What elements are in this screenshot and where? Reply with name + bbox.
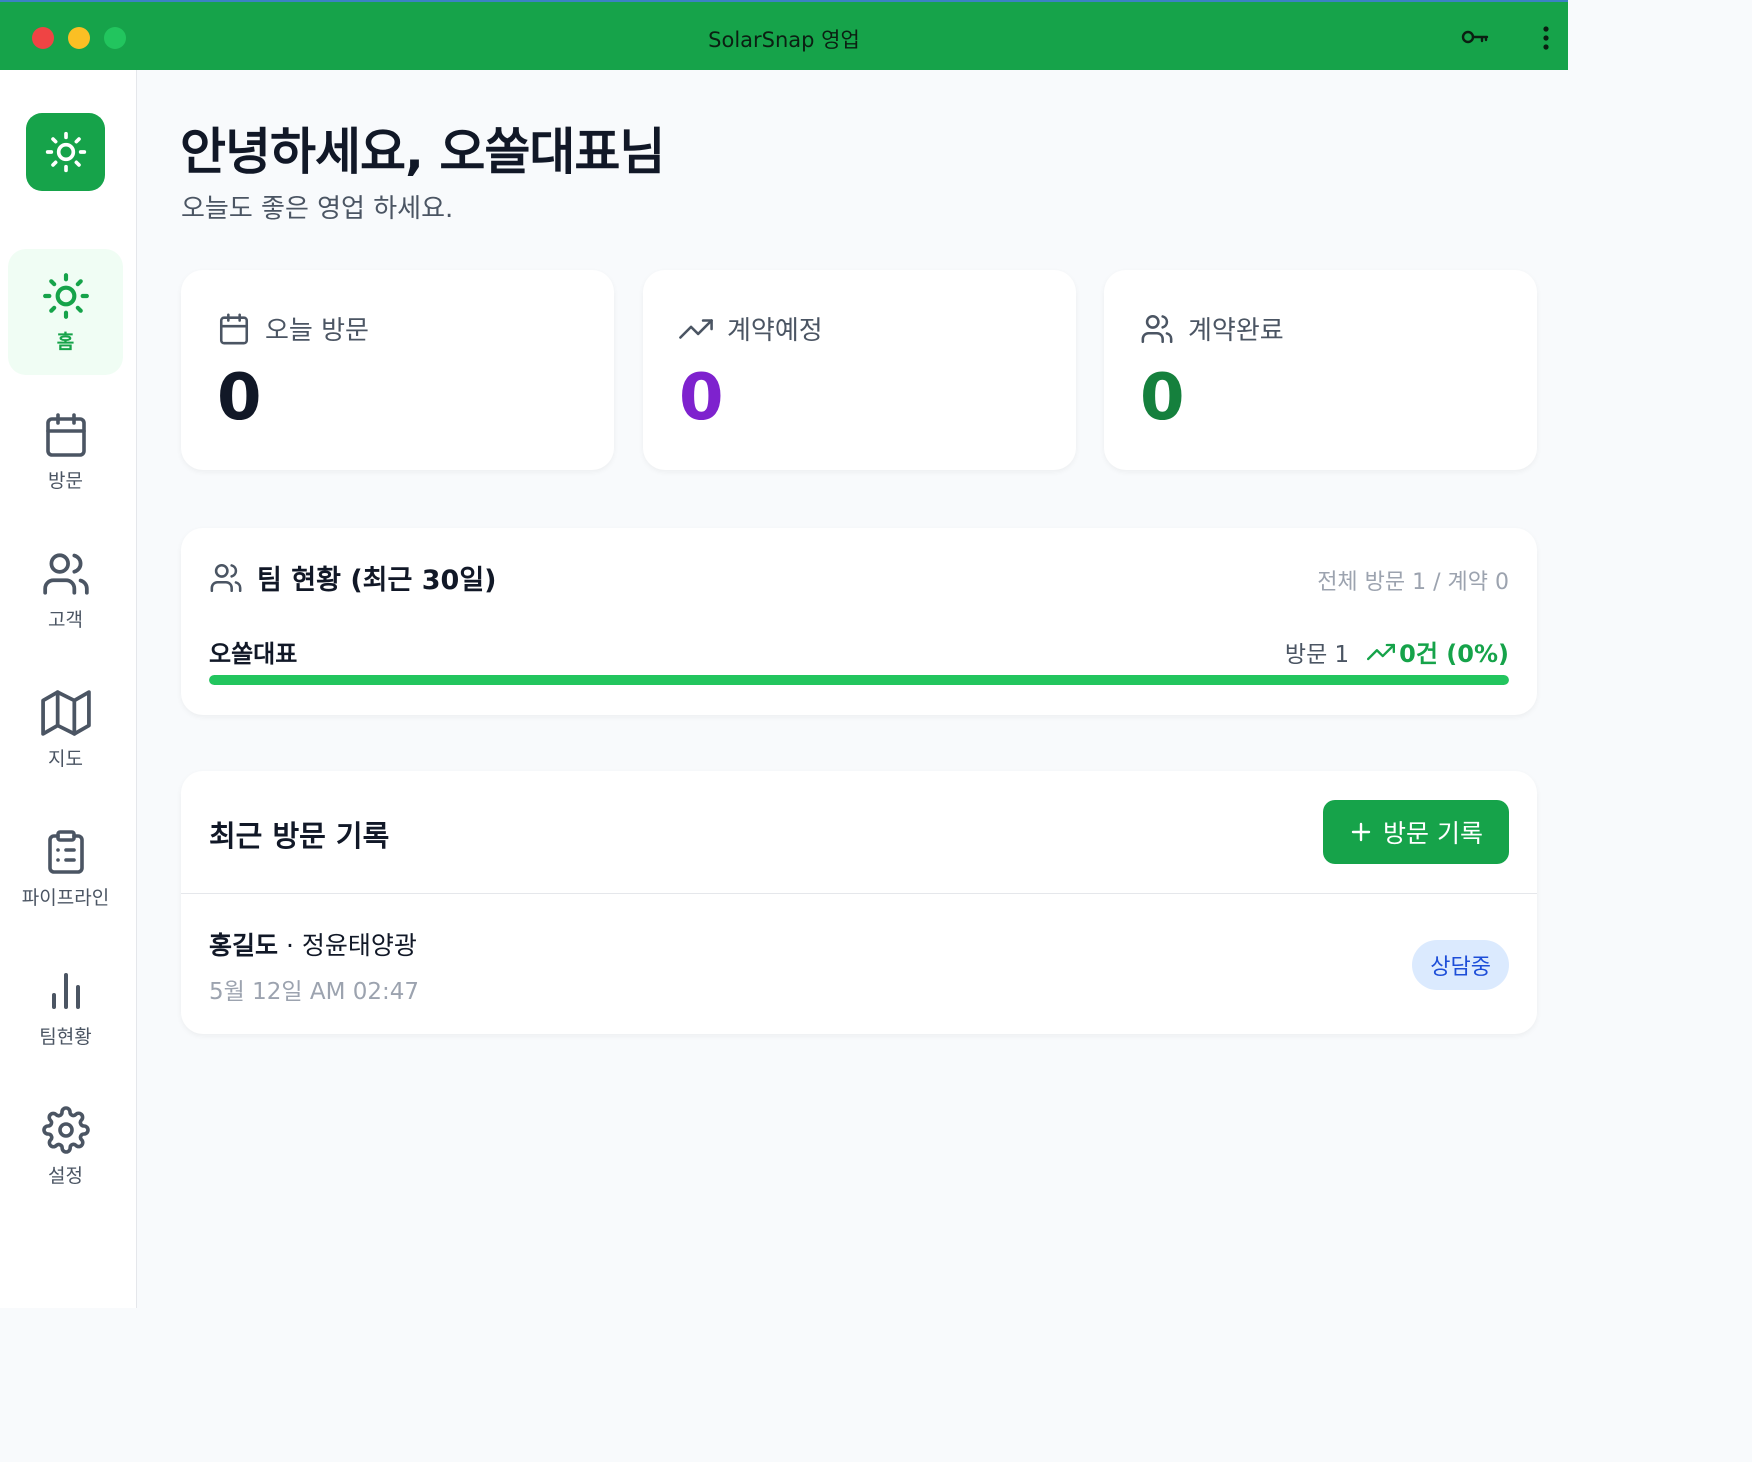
greeting-title: 안녕하세요, 오쏠대표님: [180, 123, 665, 181]
team-member-progress-fill: [209, 675, 1509, 685]
add-visit-button[interactable]: 방문 기록: [1323, 800, 1509, 864]
plus-icon: [1351, 822, 1371, 842]
users-icon: [1141, 314, 1173, 343]
sidebar-item-visits[interactable]: 방문: [8, 388, 123, 514]
visit-title: 홍길도 · 정윤태양광: [209, 926, 417, 962]
sidebar-item-settings[interactable]: 설정: [8, 1083, 123, 1209]
recent-visits-title: 최근 방문 기록: [209, 819, 390, 853]
trending-up-icon: [679, 318, 713, 339]
team-member-contracts: 0건 (0%): [1367, 634, 1509, 669]
stat-label: 오늘 방문: [265, 316, 369, 346]
sidebar-item-label: 파이프라인: [21, 886, 110, 909]
team-summary: 전체 방문 1 / 계약 0: [1317, 570, 1509, 595]
sun-logo-icon: [45, 131, 86, 173]
users-icon: [210, 563, 242, 592]
list-item[interactable]: 홍길도 · 정윤태양광 5월 12일 AM 02:47 상담중: [181, 894, 1537, 1034]
team-member-progress-bar: [209, 675, 1509, 685]
window-title: SolarSnap 영업: [708, 28, 860, 52]
sidebar-item-home[interactable]: 홈: [8, 249, 123, 375]
users-icon: [42, 552, 89, 595]
greeting-subtitle: 오늘도 좋은 영업 하세요.: [181, 194, 454, 224]
team-member-visits: 방문 1: [1284, 641, 1350, 668]
clipboard-list-icon: [47, 829, 84, 874]
team-member-name: 오쏠대표: [209, 640, 298, 668]
sidebar-item-pipeline[interactable]: 파이프라인: [8, 805, 123, 931]
status-badge: 상담중: [1412, 940, 1509, 990]
calendar-icon: [219, 313, 249, 344]
team-member-contracts-text: 0건 (0%): [1399, 640, 1509, 668]
sidebar: 홈 방문 고객 지도 파이프라인 팀현황 설정: [0, 70, 137, 1308]
visit-customer: 홍길도: [209, 931, 279, 960]
sun-icon: [42, 272, 89, 319]
visit-separator: ·: [278, 931, 302, 960]
stat-label: 계약예정: [727, 316, 823, 346]
sidebar-item-label: 홈: [56, 330, 75, 353]
sidebar-item-customers[interactable]: 고객: [8, 527, 123, 653]
visit-datetime: 5월 12일 AM 02:47: [209, 979, 420, 1005]
sidebar-item-label: 방문: [48, 469, 83, 492]
visit-company: 정윤태양광: [301, 931, 417, 960]
key-icon[interactable]: [1460, 24, 1490, 50]
sidebar-item-map[interactable]: 지도: [8, 666, 123, 792]
stat-label: 계약완료: [1188, 316, 1284, 346]
trending-up-icon: [1367, 643, 1396, 660]
sidebar-item-label: 팀현황: [39, 1025, 92, 1048]
title-bar: SolarSnap 영업: [0, 0, 1568, 70]
sidebar-item-label: 지도: [48, 747, 83, 770]
stat-value: 0: [679, 361, 724, 435]
bar-chart-icon: [51, 972, 80, 1009]
sidebar-item-team[interactable]: 팀현황: [8, 944, 123, 1070]
team-member-stats: 방문 1 0건 (0%): [1285, 634, 1509, 669]
add-visit-button-label: 방문 기록: [1383, 819, 1483, 848]
stat-card-expected-contracts[interactable]: 계약예정 0: [643, 270, 1076, 470]
recent-visits-card: 최근 방문 기록 방문 기록 홍길도 · 정윤태양광 5월 12일 AM 02:…: [181, 771, 1537, 1034]
team-status-card: 팀 현황 (최근 30일) 전체 방문 1 / 계약 0 오쏠대표 방문 1 0…: [181, 528, 1537, 715]
stat-value: 0: [1140, 361, 1185, 435]
stat-value: 0: [217, 361, 262, 435]
stat-card-completed-contracts[interactable]: 계약완료 0: [1104, 270, 1537, 470]
more-vertical-icon[interactable]: [1532, 22, 1560, 54]
sidebar-item-label: 설정: [48, 1164, 83, 1187]
app-logo[interactable]: [26, 113, 105, 191]
gear-icon: [41, 1105, 90, 1154]
team-status-title: 팀 현황 (최근 30일): [257, 565, 497, 596]
calendar-icon: [45, 412, 86, 457]
stat-card-today-visits[interactable]: 오늘 방문 0: [181, 270, 614, 470]
map-icon: [40, 689, 91, 736]
sidebar-item-label: 고객: [48, 608, 83, 631]
